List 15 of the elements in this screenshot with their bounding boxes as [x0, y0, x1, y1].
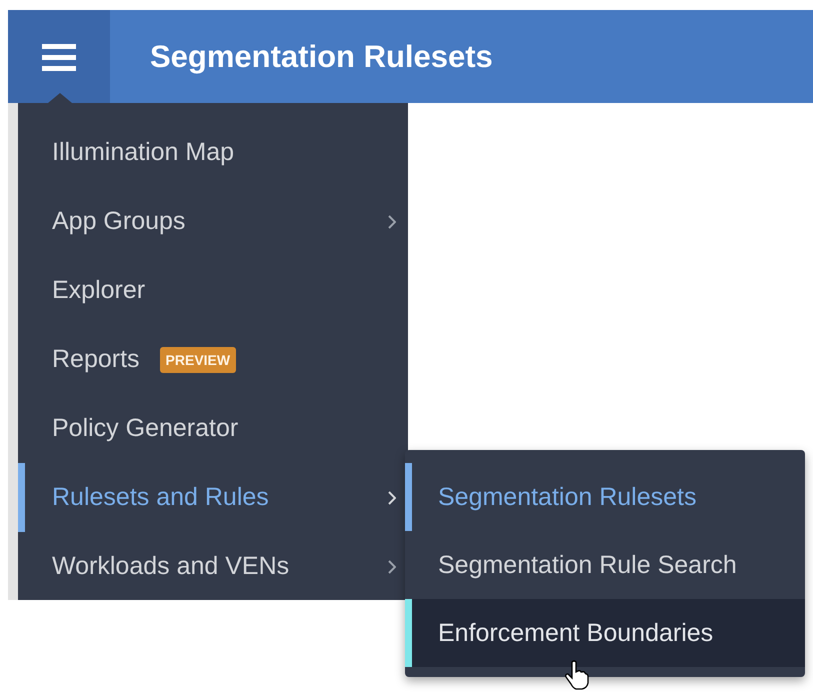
hand-cursor-icon: [565, 660, 589, 690]
menu-item[interactable]: Policy Generator: [18, 394, 408, 463]
menu-item[interactable]: Explorer: [18, 256, 408, 325]
menu-icon: [42, 42, 76, 72]
menu-item[interactable]: Workloads and VENs: [18, 532, 408, 601]
menu-item[interactable]: App Groups: [18, 187, 408, 256]
preview-badge: PREVIEW: [160, 346, 236, 372]
menu-item[interactable]: Reports PREVIEW: [18, 325, 408, 394]
menu-item[interactable]: Rulesets and Rules: [18, 463, 408, 532]
submenu-item[interactable]: Enforcement Boundaries: [405, 599, 805, 667]
page-title: Segmentation Rulesets: [150, 38, 493, 74]
menu-button[interactable]: [8, 10, 110, 103]
submenu-item[interactable]: Segmentation Rule Search: [405, 531, 805, 599]
menu-item[interactable]: Illumination Map: [18, 118, 408, 187]
submenu-item[interactable]: Segmentation Rulesets: [405, 463, 805, 531]
